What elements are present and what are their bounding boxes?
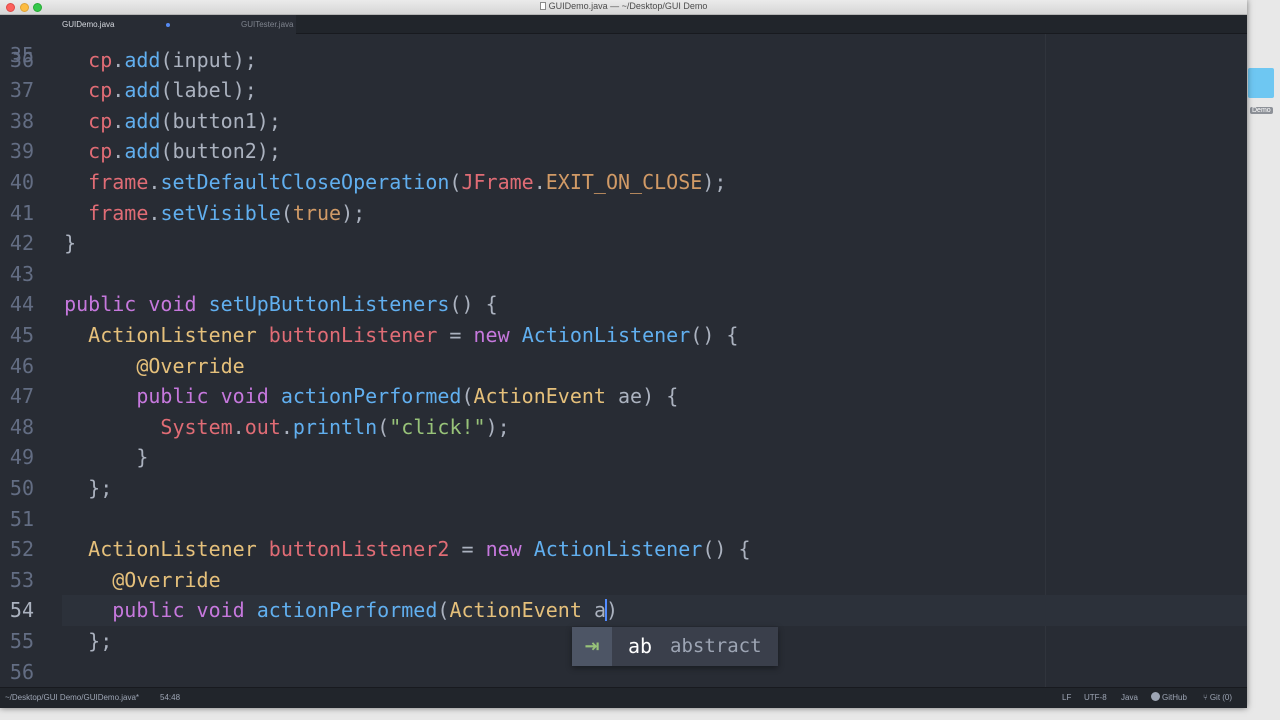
code-line[interactable]: 50 };	[0, 473, 1247, 504]
code-line[interactable]: 47 public void actionPerformed(ActionEve…	[0, 381, 1247, 412]
code-line[interactable]: 52 ActionListener buttonListener2 = new …	[0, 534, 1247, 565]
code-text: System.out.println("click!");	[160, 414, 510, 439]
line-number: 55	[9, 628, 34, 653]
line-number: 36	[9, 47, 34, 72]
line-number: 40	[9, 169, 34, 194]
tab-label: GUITester.java	[241, 20, 294, 29]
code-line[interactable]: 46 @Override	[0, 351, 1247, 382]
line-number: 50	[9, 475, 34, 500]
line-number: 49	[9, 445, 34, 470]
line-number: 43	[9, 261, 34, 286]
line-number: 51	[9, 506, 34, 531]
line-number: 45	[9, 322, 34, 347]
tab-bar: GUIDemo.java GUITester.java	[0, 15, 1247, 34]
line-number: 41	[9, 200, 34, 225]
code-text: public void actionPerformed(ActionEvent …	[112, 598, 619, 623]
code-line[interactable]: 45 ActionListener buttonListener = new A…	[0, 320, 1247, 351]
modified-indicator-icon	[166, 23, 170, 27]
code-text: cp.add(button2);	[88, 139, 281, 164]
code-text: ActionListener buttonListener2 = new Act…	[88, 537, 751, 562]
code-line[interactable]: 37 cp.add(label);	[0, 75, 1247, 106]
line-number: 38	[9, 108, 34, 133]
encoding-selector[interactable]: UTF-8	[1084, 688, 1107, 708]
autocomplete-match: ab	[628, 634, 653, 658]
code-line-partial: 35	[9, 42, 34, 67]
code-line[interactable]: 39 cp.add(button2);	[0, 136, 1247, 167]
document-icon	[539, 2, 546, 10]
tab-guitester[interactable]: GUITester.java	[178, 15, 338, 34]
line-number: 52	[9, 537, 34, 562]
code-line[interactable]: 41 frame.setVisible(true);	[0, 198, 1247, 229]
code-text: }	[64, 231, 77, 256]
github-button[interactable]: GitHub	[1151, 688, 1187, 708]
code-line[interactable]: 40 frame.setDefaultCloseOperation(JFrame…	[0, 167, 1247, 198]
autocomplete-popup[interactable]: ⇥ ab abstract	[572, 627, 778, 666]
code-line[interactable]: 53 @Override	[0, 565, 1247, 596]
code-line[interactable]: 48 System.out.println("click!");	[0, 412, 1247, 443]
code-line[interactable]: 38 cp.add(button1);	[0, 106, 1247, 137]
github-icon	[1151, 692, 1160, 701]
code-line[interactable]: 49 }	[0, 442, 1247, 473]
code-text: }	[136, 445, 149, 470]
code-text: frame.setDefaultCloseOperation(JFrame.EX…	[88, 169, 727, 194]
grammar-selector[interactable]: Java	[1121, 688, 1138, 708]
code-text: };	[88, 475, 113, 500]
code-text: ActionListener buttonListener = new Acti…	[88, 322, 739, 347]
desktop-folder-icon[interactable]	[1248, 68, 1274, 98]
autocomplete-suggestion[interactable]: abstract	[670, 627, 762, 666]
editor-window: GUIDemo.java — ~/Desktop/GUI Demo GUIDem…	[0, 0, 1247, 708]
line-number: 42	[9, 231, 34, 256]
code-text: };	[88, 628, 113, 653]
line-number: 39	[9, 139, 34, 164]
cursor-position[interactable]: 54:48	[160, 688, 180, 708]
code-text: frame.setVisible(true);	[88, 200, 366, 225]
line-number: 44	[9, 292, 34, 317]
line-number: 46	[9, 353, 34, 378]
line-number: 37	[9, 78, 34, 103]
code-text: cp.add(button1);	[88, 108, 281, 133]
code-line-current[interactable]: 54 public void actionPerformed(ActionEve…	[10, 595, 1247, 626]
code-line[interactable]: 36 cp.add(input);	[0, 45, 1247, 76]
status-bar: ~/Desktop/GUI Demo/GUIDemo.java* 54:48 L…	[0, 687, 1247, 708]
tab-arrow-icon: ⇥	[572, 627, 612, 666]
code-text: public void actionPerformed(ActionEvent …	[136, 384, 679, 409]
code-line[interactable]: 43	[0, 259, 1247, 290]
line-number: 48	[9, 414, 34, 439]
title-bar: GUIDemo.java — ~/Desktop/GUI Demo	[0, 0, 1247, 15]
line-number: 54	[9, 598, 34, 623]
desktop-icon-label: Demo	[1250, 107, 1273, 114]
code-text: cp.add(label);	[88, 78, 257, 103]
tab-label: GUIDemo.java	[62, 20, 115, 29]
file-path[interactable]: ~/Desktop/GUI Demo/GUIDemo.java*	[5, 688, 139, 708]
code-text: @Override	[112, 567, 221, 592]
git-branch-icon: ⑂	[1203, 693, 1208, 702]
git-button[interactable]: ⑂ Git (0)	[1203, 688, 1232, 708]
window-title: GUIDemo.java — ~/Desktop/GUI Demo	[0, 1, 1247, 11]
code-line[interactable]: 44 public void setUpButtonListeners() {	[0, 289, 1247, 320]
code-line[interactable]: 51	[0, 504, 1247, 535]
line-number: 53	[9, 567, 34, 592]
line-ending-selector[interactable]: LF	[1062, 688, 1071, 708]
code-text: cp.add(input);	[88, 47, 257, 72]
line-number: 47	[9, 384, 34, 409]
code-text: public void setUpButtonListeners() {	[64, 292, 498, 317]
line-number: 56	[9, 659, 34, 684]
code-editor[interactable]: 35 36 cp.add(input); 37 cp.add(label); 38 …	[0, 34, 1247, 687]
code-text: @Override	[136, 353, 245, 378]
code-line[interactable]: 42 }	[0, 228, 1247, 259]
